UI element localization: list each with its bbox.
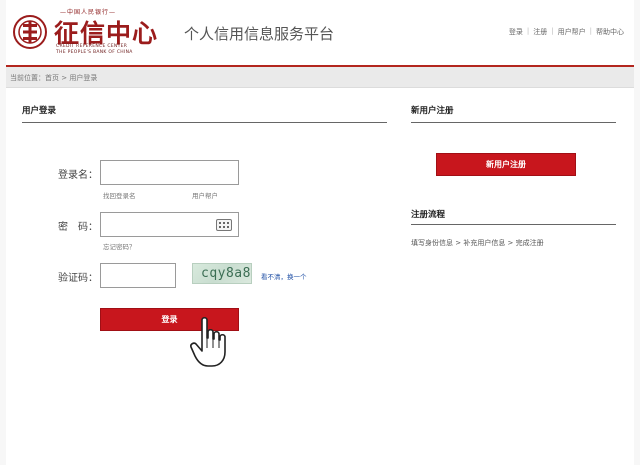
username-label: 登录名：: [58, 170, 98, 181]
link-separator: |: [526, 27, 530, 35]
forgot-password-link[interactable]: 忘记密码？: [103, 241, 136, 251]
seal-logo-icon: [13, 15, 47, 49]
breadcrumb: 当前位置：首页 > 用户登录: [10, 74, 98, 82]
register-flow-text: 填写身份信息 > 补充用户信息 > 完成注册: [411, 239, 544, 247]
top-links: 登录 | 注册 | 用户帮户 | 帮助中心: [509, 27, 624, 37]
page-sheet: —中国人民银行— 征信中心 CREDIT REFERENCE CENTER TH…: [6, 0, 634, 465]
login-section-title: 用户登录: [22, 106, 57, 116]
platform-title: 个人信用信息服务平台: [184, 25, 335, 43]
register-section-title: 新用户注册: [411, 106, 454, 116]
site-header: —中国人民银行— 征信中心 CREDIT REFERENCE CENTER TH…: [6, 0, 634, 66]
captcha-text: cqy8a8: [201, 266, 251, 281]
find-username-link[interactable]: 找回登录名: [103, 190, 136, 200]
captcha-image[interactable]: cqy8a8: [192, 263, 252, 284]
breadcrumb-bar: 当前位置：首页 > 用户登录: [6, 67, 634, 88]
register-button[interactable]: 新用户注册: [436, 153, 576, 176]
register-flow-rule: [411, 224, 616, 225]
hand-pointer-icon: [190, 316, 226, 367]
link-separator: |: [589, 27, 592, 35]
captcha-input[interactable]: [100, 263, 176, 288]
page-background: —中国人民银行— 征信中心 CREDIT REFERENCE CENTER TH…: [0, 0, 640, 465]
login-section-rule: [22, 122, 387, 123]
password-input[interactable]: [100, 212, 239, 237]
logo-english-line1: CREDIT REFERENCE CENTER: [56, 44, 128, 49]
password-label: 密 码：: [58, 222, 98, 233]
top-link-help-center[interactable]: 帮助中心: [596, 27, 624, 37]
top-link-register[interactable]: 注册: [533, 27, 547, 37]
top-link-login[interactable]: 登录: [509, 27, 523, 37]
keyboard-icon[interactable]: [216, 219, 232, 231]
top-link-user-account[interactable]: 用户帮户: [558, 27, 586, 37]
logo-english-line2: THE PEOPLE'S BANK OF CHINA: [56, 50, 133, 55]
link-separator: |: [551, 27, 554, 35]
captcha-refresh-link[interactable]: 看不清，换一个: [261, 271, 307, 281]
username-input[interactable]: [100, 160, 239, 185]
user-account-link[interactable]: 用户帮户: [192, 190, 218, 200]
register-section-rule: [411, 122, 616, 123]
register-flow-title: 注册流程: [411, 210, 446, 220]
captcha-label: 验证码：: [58, 273, 98, 284]
